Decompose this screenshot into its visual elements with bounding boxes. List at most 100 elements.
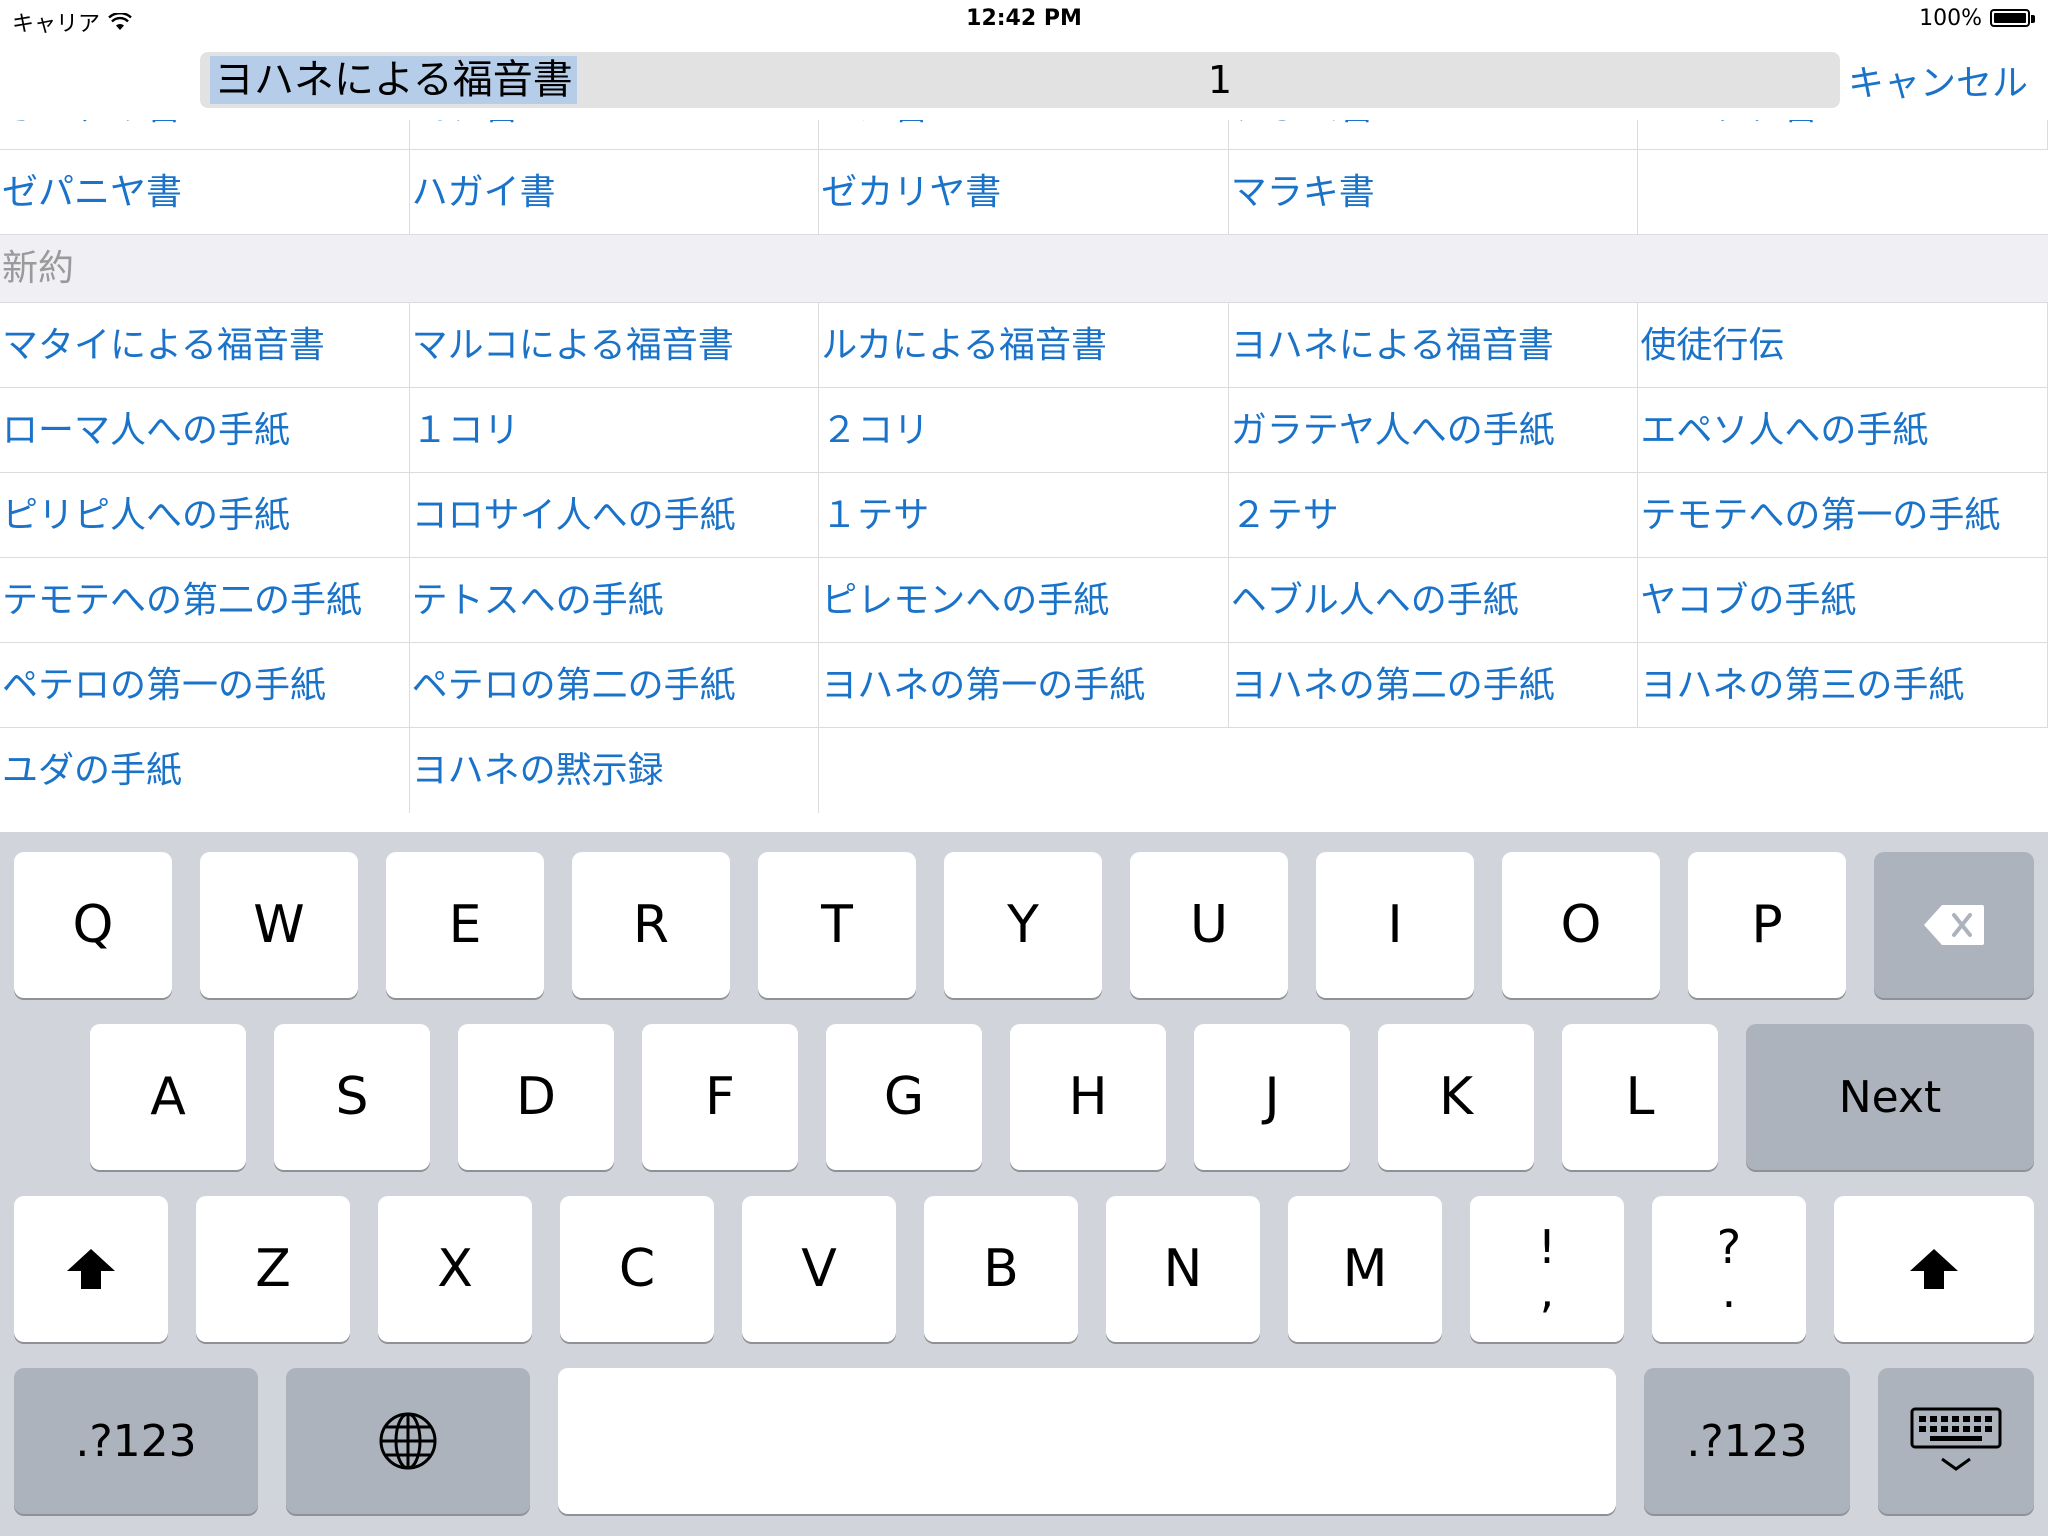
key-k[interactable]: K bbox=[1378, 1024, 1534, 1170]
key-b[interactable]: B bbox=[924, 1196, 1078, 1342]
section-header-new-testament: 新約 bbox=[0, 235, 2048, 303]
status-bar: キャリア 12:42 PM 100% bbox=[0, 0, 2048, 40]
delete-icon bbox=[1924, 905, 1984, 945]
book-cell[interactable]: ペテロの第二の手紙 bbox=[409, 643, 820, 727]
book-cell[interactable]: ローマ人への手紙 bbox=[0, 388, 410, 472]
battery-group: 100% bbox=[1919, 6, 2038, 31]
key-q[interactable]: Q bbox=[14, 852, 172, 998]
key-t[interactable]: T bbox=[758, 852, 916, 998]
book-cell[interactable]: マラキ書 bbox=[1228, 150, 1639, 234]
book-cell[interactable]: ナホム書 bbox=[1228, 120, 1639, 149]
book-cell[interactable]: ユダの手紙 bbox=[0, 728, 410, 813]
key-v[interactable]: V bbox=[742, 1196, 896, 1342]
hide-keyboard-key[interactable] bbox=[1878, 1368, 2034, 1514]
search-selected-text[interactable]: ヨハネによる福音書 bbox=[210, 56, 577, 104]
table-row: ローマ人への手紙 １コリ ２コリ ガラテヤ人への手紙 エペソ人への手紙 bbox=[0, 388, 2048, 473]
book-cell[interactable]: ミカ書 bbox=[819, 120, 1229, 149]
key-i[interactable]: I bbox=[1316, 852, 1474, 998]
search-bar: ヨハネによる福音書 1 キャンセル bbox=[0, 40, 2048, 121]
key-h[interactable]: H bbox=[1010, 1024, 1166, 1170]
key-o[interactable]: O bbox=[1502, 852, 1660, 998]
table-row: ゼパニヤ書 ハガイ書 ゼカリヤ書 マラキ書 bbox=[0, 150, 2048, 235]
empty-cell bbox=[819, 728, 2048, 813]
numbers-label: .?123 bbox=[75, 1415, 197, 1467]
book-cell[interactable]: ガラテヤ人への手紙 bbox=[1228, 388, 1639, 472]
book-cell[interactable]: エペソ人への手紙 bbox=[1638, 388, 2048, 472]
key-c[interactable]: C bbox=[560, 1196, 714, 1342]
book-cell[interactable]: ピリピ人への手紙 bbox=[0, 473, 410, 557]
key-w[interactable]: W bbox=[200, 852, 358, 998]
key-exclamation-comma[interactable]: ! , bbox=[1470, 1196, 1624, 1342]
key-l[interactable]: L bbox=[1562, 1024, 1718, 1170]
book-cell[interactable]: ゼパニヤ書 bbox=[0, 150, 410, 234]
book-cell[interactable]: ハバクク書 bbox=[1638, 120, 2048, 149]
cancel-button[interactable]: キャンセル bbox=[1848, 54, 2028, 106]
empty-cell bbox=[1638, 150, 2048, 234]
space-bar[interactable] bbox=[558, 1368, 1616, 1514]
book-cell[interactable]: １テサ bbox=[819, 473, 1229, 557]
key-y[interactable]: Y bbox=[944, 852, 1102, 998]
book-cell[interactable]: ２コリ bbox=[819, 388, 1229, 472]
key-j[interactable]: J bbox=[1194, 1024, 1350, 1170]
book-cell[interactable]: マルコによる福音書 bbox=[409, 303, 820, 387]
key-x[interactable]: X bbox=[378, 1196, 532, 1342]
key-question-period[interactable]: ? . bbox=[1652, 1196, 1806, 1342]
key-r[interactable]: R bbox=[572, 852, 730, 998]
search-result-count: 1 bbox=[1207, 58, 1233, 102]
book-cell[interactable]: テモテへの第二の手紙 bbox=[0, 558, 410, 642]
book-cell[interactable]: テトスへの手紙 bbox=[409, 558, 820, 642]
book-cell[interactable]: ヨハネの第一の手紙 bbox=[819, 643, 1229, 727]
book-cell[interactable]: ゼカリヤ書 bbox=[819, 150, 1229, 234]
book-cell[interactable]: テモテへの第一の手紙 bbox=[1638, 473, 2048, 557]
book-cell[interactable]: ハガイ書 bbox=[409, 150, 820, 234]
key-m[interactable]: M bbox=[1288, 1196, 1442, 1342]
book-cell[interactable]: 使徒行伝 bbox=[1638, 303, 2048, 387]
table-row: マタイによる福音書 マルコによる福音書 ルカによる福音書 ヨハネによる福音書 使… bbox=[0, 303, 2048, 388]
shift-key-left[interactable] bbox=[14, 1196, 168, 1342]
key-g[interactable]: G bbox=[826, 1024, 982, 1170]
keyboard-hide-icon bbox=[1910, 1407, 2002, 1471]
search-input[interactable]: ヨハネによる福音書 1 bbox=[200, 52, 1840, 108]
numbers-key-left[interactable]: .?123 bbox=[14, 1368, 258, 1514]
book-cell[interactable]: ２テサ bbox=[1228, 473, 1639, 557]
punct-stack: ! , bbox=[1537, 1220, 1557, 1314]
book-cell[interactable]: ペテロの第一の手紙 bbox=[0, 643, 410, 727]
book-cell[interactable]: オバデヤ書 bbox=[0, 120, 410, 149]
next-button[interactable]: Next bbox=[1746, 1024, 2034, 1170]
globe-icon bbox=[379, 1412, 437, 1470]
book-cell[interactable]: ヨハネによる福音書 bbox=[1228, 303, 1639, 387]
punct-top: ? bbox=[1716, 1220, 1742, 1274]
key-e[interactable]: E bbox=[386, 852, 544, 998]
book-cell[interactable]: ルカによる福音書 bbox=[819, 303, 1229, 387]
onscreen-keyboard: Q W E R T Y U I O P A S D F G H J K L Ne… bbox=[0, 832, 2048, 1536]
book-cell[interactable]: ヨハネの黙示録 bbox=[409, 728, 820, 813]
key-n[interactable]: N bbox=[1106, 1196, 1260, 1342]
key-d[interactable]: D bbox=[458, 1024, 614, 1170]
key-f[interactable]: F bbox=[642, 1024, 798, 1170]
book-cell[interactable]: ヘブル人への手紙 bbox=[1228, 558, 1639, 642]
shift-key-right[interactable] bbox=[1834, 1196, 2034, 1342]
key-s[interactable]: S bbox=[274, 1024, 430, 1170]
punct-top: ! bbox=[1537, 1220, 1557, 1274]
table-row: テモテへの第二の手紙 テトスへの手紙 ピレモンへの手紙 ヘブル人への手紙 ヤコブ… bbox=[0, 558, 2048, 643]
table-row: オバデヤ書 ヨナ書 ミカ書 ナホム書 ハバクク書 bbox=[0, 120, 2048, 150]
book-cell[interactable]: コロサイ人への手紙 bbox=[409, 473, 820, 557]
book-cell[interactable]: ヨナ書 bbox=[409, 120, 820, 149]
book-list[interactable]: オバデヤ書 ヨナ書 ミカ書 ナホム書 ハバクク書 ゼパニヤ書 ハガイ書 ゼカリヤ… bbox=[0, 120, 2048, 832]
delete-key[interactable] bbox=[1874, 852, 2034, 998]
clock: 12:42 PM bbox=[966, 6, 1082, 31]
key-a[interactable]: A bbox=[90, 1024, 246, 1170]
book-cell[interactable]: マタイによる福音書 bbox=[0, 303, 410, 387]
globe-key[interactable] bbox=[286, 1368, 530, 1514]
book-grid: オバデヤ書 ヨナ書 ミカ書 ナホム書 ハバクク書 ゼパニヤ書 ハガイ書 ゼカリヤ… bbox=[0, 120, 2048, 813]
book-cell[interactable]: ヨハネの第三の手紙 bbox=[1638, 643, 2048, 727]
book-cell[interactable]: １コリ bbox=[409, 388, 820, 472]
key-u[interactable]: U bbox=[1130, 852, 1288, 998]
key-p[interactable]: P bbox=[1688, 852, 1846, 998]
book-cell[interactable]: ヤコブの手紙 bbox=[1638, 558, 2048, 642]
numbers-key-right[interactable]: .?123 bbox=[1644, 1368, 1850, 1514]
key-z[interactable]: Z bbox=[196, 1196, 350, 1342]
numbers-label: .?123 bbox=[1686, 1415, 1808, 1467]
book-cell[interactable]: ヨハネの第二の手紙 bbox=[1228, 643, 1639, 727]
book-cell[interactable]: ピレモンへの手紙 bbox=[819, 558, 1229, 642]
